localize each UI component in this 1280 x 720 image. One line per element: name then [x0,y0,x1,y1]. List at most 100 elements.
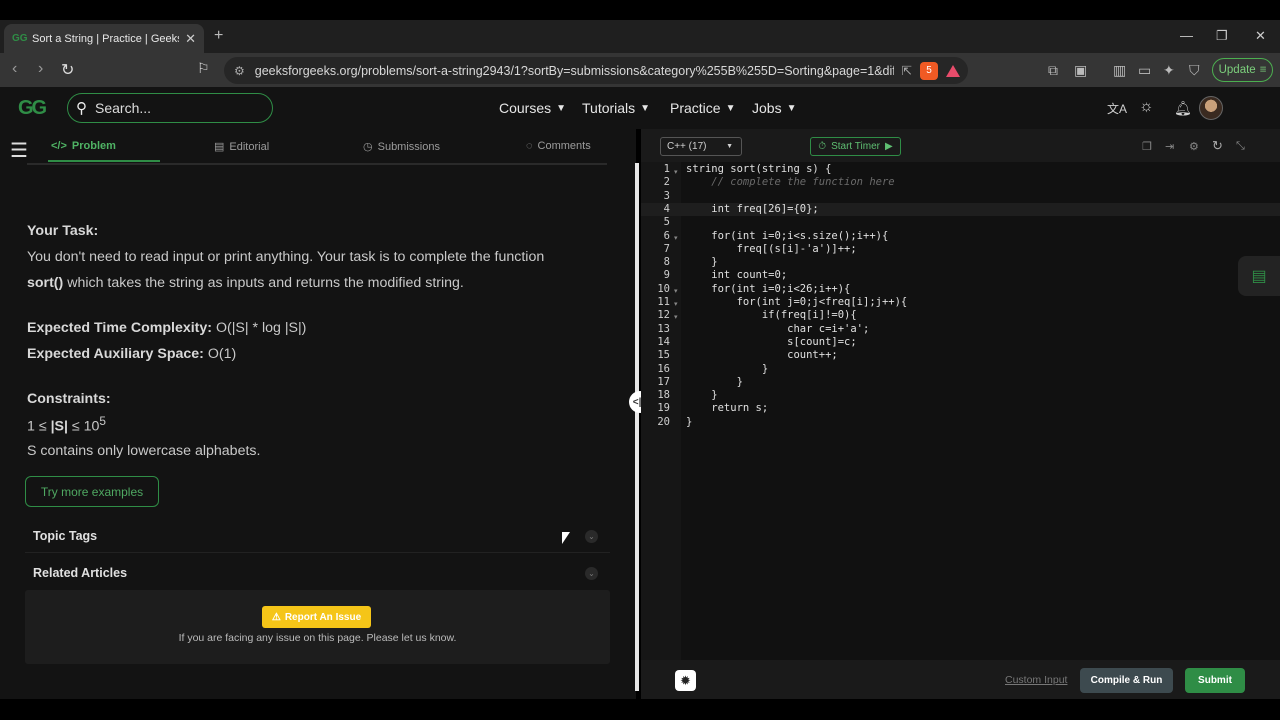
aux-space-value: O(1) [203,346,237,362]
notification-bell-icon[interactable]: 🔔︎ [1174,100,1192,117]
code-line[interactable]: if(freq[i]!=0){ [686,309,857,321]
submit-button[interactable]: Submit [1185,668,1245,693]
code-line[interactable]: for(int j=0;j<freq[i];j++){ [686,296,908,308]
code-line[interactable]: int count=0; [686,269,787,281]
browser-tab[interactable]: GG Sort a String | Practice | Geeksfor ✕ [4,24,204,53]
timer-icon: ⏱ [818,141,827,152]
fold-icon[interactable]: ▾ [674,234,678,242]
divider [25,552,610,553]
tab-editorial[interactable]: ▤ Editorial [214,140,269,154]
code-line[interactable]: } [686,363,768,375]
code-line[interactable]: count++; [686,349,838,361]
divider [27,163,607,165]
nav-jobs[interactable]: Jobs ▼ [752,100,796,116]
hamburger-menu-icon[interactable]: ☰ [10,138,28,163]
browser-tab-title: Sort a String | Practice | Geeksfor [32,32,179,45]
gfg-logo[interactable]: GG [18,97,47,120]
address-bar[interactable]: ⚙ geeksforgeeks.org/problems/sort-a-stri… [224,57,968,84]
line-number: 12 [657,309,670,322]
minimize-icon[interactable]: — [1180,28,1193,43]
chevron-down-icon[interactable]: ⌄ [585,567,598,580]
active-tab-underline [48,160,160,162]
code-line[interactable]: char c=i+'a'; [686,323,869,335]
nav-tutorials[interactable]: Tutorials ▼ [582,100,650,116]
lightbulb-icon[interactable]: ✹ [675,670,696,691]
extensions-icon[interactable]: ⧉ [1048,62,1058,79]
back-icon[interactable]: ‹ [12,60,17,78]
site-settings-icon[interactable]: ⚙ [234,64,245,78]
new-tab-icon[interactable]: + [214,27,223,45]
screenshot-icon[interactable]: ▣ [1074,62,1087,79]
constraint-1-post: ≤ 10 [67,418,100,435]
wallet-icon[interactable]: ▭ [1138,62,1151,79]
code-line[interactable]: } [686,389,717,401]
start-timer-label: Start Timer [831,141,880,152]
vpn-shield-icon[interactable]: ⛉ [1189,62,1200,79]
code-line[interactable]: string sort(string s) { [686,163,831,175]
fold-icon[interactable]: ▾ [674,287,678,295]
fullscreen-icon[interactable]: ⤡ [1236,140,1245,153]
constraint-1-pre: 1 ≤ [27,418,51,435]
fold-icon[interactable]: ▾ [674,300,678,308]
start-timer-button[interactable]: ⏱ Start Timer ▶ [810,137,901,156]
chevron-down-icon[interactable]: ⌄ [585,530,598,543]
line-number: 7 [663,242,670,255]
code-line[interactable]: freq[(s[i]-'a')]++; [686,243,857,255]
chat-icon[interactable]: ▤ [1238,256,1280,296]
fold-icon[interactable]: ▾ [674,168,678,176]
language-select[interactable]: C++ (17) ▼ [660,137,742,156]
brave-rewards-icon[interactable] [946,64,960,77]
try-more-examples-button[interactable]: Try more examples [25,476,159,507]
code-line[interactable]: return s; [686,402,768,414]
fold-icon[interactable]: ▾ [674,313,678,321]
line-number: 1 [663,163,670,175]
code-line[interactable]: int freq[26]={0}; [686,203,818,215]
code-line[interactable]: // complete the function here [686,176,894,188]
document-icon: ▤ [214,141,225,153]
code-line[interactable]: s[count]=c; [686,336,857,348]
tab-comments[interactable]: ◌ Comments [526,140,591,152]
close-window-icon[interactable]: ✕ [1255,28,1266,44]
tab-problem[interactable]: </> Problem [51,140,116,152]
code-line[interactable]: } [686,376,743,388]
brave-shields-icon[interactable]: 5 [920,61,938,80]
line-number: 11 [657,296,670,308]
update-button[interactable]: Update ≡ [1212,58,1273,82]
nav-practice[interactable]: Practice ▼ [670,100,735,116]
function-name: sort() [27,275,64,291]
play-icon: ▶ [885,141,893,152]
share-icon[interactable]: ⇱ [902,63,912,78]
reload-icon[interactable]: ↻ [61,60,74,80]
close-tab-icon[interactable]: ✕ [185,31,196,47]
export-icon[interactable]: ⇥ [1165,140,1174,153]
sidebar-icon[interactable]: ▥ [1113,62,1126,79]
code-line[interactable]: } [686,416,692,428]
topic-tags-accordion[interactable]: Topic Tags [33,529,97,543]
custom-input-link[interactable]: Custom Input [1005,674,1067,686]
reset-icon[interactable]: ↻ [1212,138,1223,154]
nav-courses-label: Courses [499,100,552,116]
nav-courses[interactable]: Courses ▼ [499,100,566,116]
theme-toggle-icon[interactable]: ☼ [1139,98,1154,116]
search-box[interactable]: ⚲ Search... [67,93,273,123]
code-line[interactable]: for(int i=0;i<s.size();i++){ [686,230,888,242]
scrollbar[interactable] [635,163,639,691]
translate-icon[interactable]: 文A [1107,100,1127,117]
copy-icon[interactable]: ❐ [1142,140,1152,153]
forward-icon[interactable]: › [38,60,43,78]
avatar[interactable] [1199,96,1223,120]
chevron-down-icon: ▼ [725,102,736,114]
report-issue-button[interactable]: ⚠ Report An Issue [262,606,371,628]
code-line[interactable]: } [686,256,717,268]
restore-icon[interactable]: ❐ [1216,28,1228,44]
compile-run-button[interactable]: Compile & Run [1080,668,1173,693]
settings-icon[interactable]: ⚙ [1189,140,1199,153]
related-articles-accordion[interactable]: Related Articles [33,566,127,580]
bookmark-icon[interactable]: ⚐ [197,60,210,77]
code-icon: </> [51,140,67,152]
code-line[interactable]: for(int i=0;i<26;i++){ [686,283,850,295]
constraint-1-var: |S| [50,418,68,435]
line-number: 19 [657,402,670,415]
leo-ai-icon[interactable]: ✦ [1163,62,1175,79]
tab-submissions[interactable]: ◷ Submissions [363,140,440,154]
